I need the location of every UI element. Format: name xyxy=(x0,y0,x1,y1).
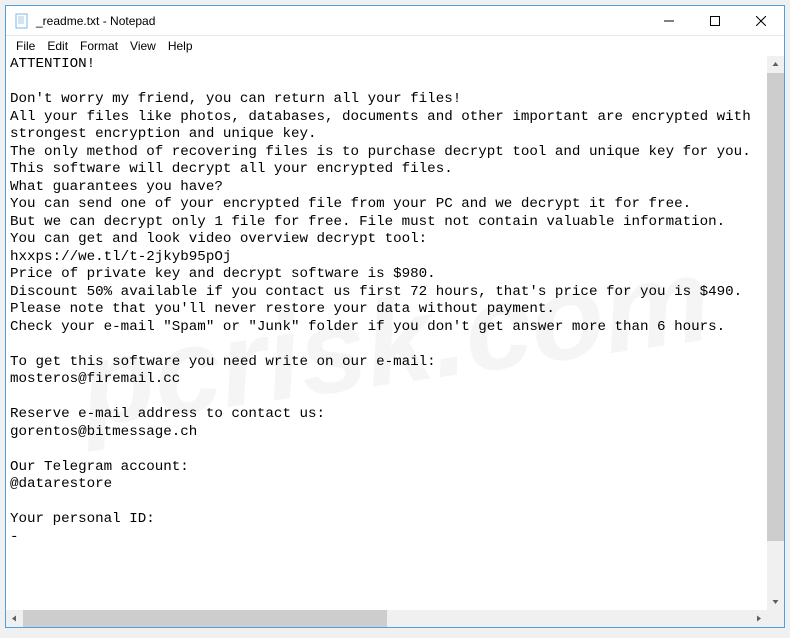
scroll-down-button[interactable] xyxy=(767,593,784,610)
content-area: pcrisk.com ATTENTION! Don't worry my fri… xyxy=(6,56,784,627)
scroll-thumb-horizontal[interactable] xyxy=(23,610,387,627)
scroll-thumb-vertical[interactable] xyxy=(767,73,784,541)
scroll-right-button[interactable] xyxy=(750,610,767,627)
window-controls xyxy=(646,6,784,35)
scroll-corner xyxy=(767,610,784,627)
menubar: File Edit Format View Help xyxy=(6,36,784,56)
menu-edit[interactable]: Edit xyxy=(41,38,74,54)
notepad-icon xyxy=(14,13,30,29)
scroll-up-button[interactable] xyxy=(767,56,784,73)
close-button[interactable] xyxy=(738,6,784,36)
horizontal-scrollbar[interactable] xyxy=(6,610,767,627)
scroll-track-vertical[interactable] xyxy=(767,73,784,593)
menu-file[interactable]: File xyxy=(10,38,41,54)
notepad-window: _readme.txt - Notepad File Edit Format V… xyxy=(5,5,785,628)
menu-format[interactable]: Format xyxy=(74,38,124,54)
menu-help[interactable]: Help xyxy=(162,38,199,54)
window-title: _readme.txt - Notepad xyxy=(36,14,646,28)
maximize-button[interactable] xyxy=(692,6,738,36)
scroll-track-horizontal[interactable] xyxy=(23,610,750,627)
scroll-left-button[interactable] xyxy=(6,610,23,627)
minimize-button[interactable] xyxy=(646,6,692,36)
menu-view[interactable]: View xyxy=(124,38,162,54)
titlebar[interactable]: _readme.txt - Notepad xyxy=(6,6,784,36)
vertical-scrollbar[interactable] xyxy=(767,56,784,610)
text-editor[interactable]: ATTENTION! Don't worry my friend, you ca… xyxy=(6,56,767,610)
